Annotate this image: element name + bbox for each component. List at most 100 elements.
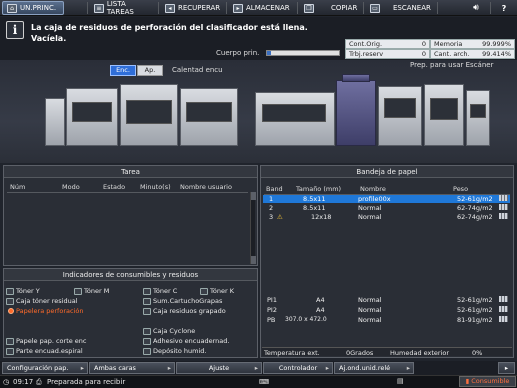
scan-icon: ▭ bbox=[370, 3, 380, 13]
toner-m-icon bbox=[74, 287, 82, 295]
paper-tray-title: Bandeja de papel bbox=[261, 166, 513, 178]
tab-home[interactable]: ⌂ UN.PRINC. bbox=[2, 1, 64, 15]
clock-icon: ◷ bbox=[3, 378, 10, 386]
tray-size: A4 bbox=[316, 306, 325, 314]
environment-readout: Temperatura ext. 0Grados Humedad exterio… bbox=[262, 347, 512, 357]
next-page-button[interactable]: ▸ bbox=[498, 362, 515, 374]
tray-weight: 52-61g/m2 bbox=[457, 195, 493, 203]
alert-icon bbox=[8, 308, 14, 314]
duplex-label: Ambas caras bbox=[94, 364, 136, 372]
tray-row-pi2[interactable]: PI2 A4 Normal 52-61g/m2 bbox=[263, 306, 510, 314]
toner-k-icon bbox=[200, 287, 208, 295]
file-quantity-label: Cant. arch. bbox=[434, 50, 470, 58]
tray-size: 8.5x11 bbox=[303, 195, 326, 203]
job-panel: Tarea Núm Modo Estado Minuto(s) Nombre u… bbox=[3, 165, 258, 266]
paper-level-icon bbox=[499, 296, 508, 302]
trim-waste-indicator: Papele pap. corte enc bbox=[6, 337, 87, 345]
staple-cartridge-icon bbox=[143, 297, 151, 305]
tray-paper-name: Normal bbox=[358, 204, 382, 212]
toner-k-indicator: Tóner K bbox=[200, 287, 234, 295]
on-button[interactable]: Enc. bbox=[110, 65, 136, 76]
waste-toner-label: Caja tóner residual bbox=[16, 297, 78, 305]
coil-icon bbox=[6, 347, 14, 355]
tab-home-label: UN.PRINC. bbox=[20, 4, 57, 12]
job-col-num: Núm bbox=[10, 183, 26, 191]
tray-col-size: Tamaño (mm) bbox=[296, 185, 342, 193]
tray-weight: 62-74g/m2 bbox=[457, 213, 493, 221]
toner-m-label: Tóner M bbox=[84, 287, 110, 295]
job-col-user: Nombre usuario bbox=[180, 183, 232, 191]
reserved-jobs-label: Trbj.reserv bbox=[349, 50, 384, 58]
warmup-status: Calentad encu bbox=[172, 66, 223, 74]
toner-c-label: Tóner C bbox=[153, 287, 178, 295]
tray-band: 1 bbox=[269, 195, 274, 203]
arrow-right-icon: ▸ bbox=[254, 364, 258, 372]
cyclone-label: Caja Cyclone bbox=[153, 327, 196, 335]
job-scrollbar[interactable] bbox=[250, 192, 256, 264]
main-body-progress bbox=[266, 50, 340, 56]
home-icon: ⌂ bbox=[7, 3, 17, 13]
arrow-right-icon: ▸ bbox=[325, 364, 329, 372]
reserved-jobs-value: 0 bbox=[421, 50, 426, 58]
tray-band: PI2 bbox=[267, 306, 277, 314]
tray-row-2[interactable]: 2 8.5x11 Normal 62-74g/m2 bbox=[263, 204, 510, 212]
tray-row-1[interactable]: 1 8.5x11 profile00x 52-61g/m2 bbox=[263, 195, 510, 203]
arrow-right-icon: ▸ bbox=[167, 364, 171, 372]
waste-toner-indicator: Caja tóner residual bbox=[6, 297, 78, 305]
original-counter-label: Cont.Orig. bbox=[349, 40, 383, 48]
tab-scan-label: ESCANEAR bbox=[393, 4, 431, 12]
relay-unit-label: Aj.ond.unid.relé bbox=[339, 364, 391, 372]
paper-settings-label: Configuración pap. bbox=[7, 364, 69, 372]
status-message: La caja de residuos de perforación del c… bbox=[31, 23, 308, 43]
adhesive-icon bbox=[143, 337, 151, 345]
adjust-tab[interactable]: Ajuste ▸ bbox=[176, 362, 262, 374]
toner-m-indicator: Tóner M bbox=[74, 287, 109, 295]
tab-job-list-label: LISTA TAREAS bbox=[106, 0, 134, 16]
tray-warning-icon: ⚠ bbox=[277, 213, 283, 221]
temperature-value: 0Grados bbox=[346, 349, 374, 357]
speaker-icon: 🔊︎ bbox=[473, 3, 479, 13]
humid-tank-indicator: Depósito humid. bbox=[143, 347, 206, 355]
tray-band: 2 bbox=[269, 204, 274, 212]
controller-tab[interactable]: Controlador ▸ bbox=[263, 362, 333, 374]
sound-button[interactable]: 🔊︎ bbox=[467, 1, 485, 15]
tray-row-3[interactable]: 3 ⚠ 12x18 Normal 62-74g/m2 bbox=[263, 213, 510, 221]
consumable-alert-button[interactable]: ▮ Consumible bbox=[459, 376, 516, 387]
tab-job-list[interactable]: ≡ LISTA TAREAS bbox=[90, 0, 158, 16]
tray-paper-name: profile00x bbox=[358, 195, 391, 203]
off-button[interactable]: Ap. bbox=[137, 65, 163, 76]
staple-waste-indicator: Caja residuos grapado bbox=[143, 307, 226, 315]
staple-cartridge-label: Sum.CartuchoGrapas bbox=[153, 297, 223, 305]
relay-unit-tab[interactable]: Aj.ond.unid.relé ▸ bbox=[334, 362, 414, 374]
file-quantity-counter: Cant. arch. 99.414% bbox=[430, 49, 515, 59]
info-icon: i bbox=[6, 21, 24, 39]
tray-weight: 62-74g/m2 bbox=[457, 204, 493, 212]
tab-copy[interactable]: ❐ COPIAR bbox=[300, 1, 362, 15]
tab-recall[interactable]: ◂ RECUPERAR bbox=[161, 1, 225, 15]
humidity-value: 0% bbox=[472, 349, 483, 357]
tray-row-pb[interactable]: PB 307.0 x 472.0 Normal 81-91g/m2 bbox=[263, 316, 510, 324]
tray-size: 8.5x11 bbox=[303, 204, 326, 212]
tab-scan[interactable]: ▭ ESCANEAR bbox=[366, 1, 436, 15]
help-button[interactable]: ? bbox=[496, 1, 512, 15]
staple-waste-icon bbox=[143, 307, 151, 315]
tray-paper-name: Normal bbox=[358, 306, 382, 314]
scanner-status: Prep. para usar Escáner bbox=[410, 61, 494, 69]
paper-settings-tab[interactable]: Configuración pap. ▸ bbox=[2, 362, 88, 374]
humid-tank-icon bbox=[143, 347, 151, 355]
clock-time: 09:17 bbox=[13, 378, 34, 386]
status-bar: ◷ 09:17 ⎙ Preparada para recibir ⌨ ▤ bbox=[0, 375, 517, 388]
duplex-tab[interactable]: Ambas caras ▸ bbox=[89, 362, 175, 374]
paper-level-icon bbox=[499, 306, 508, 312]
tray-weight: 52-61g/m2 bbox=[457, 296, 493, 304]
tab-store[interactable]: ▸ ALMACENAR bbox=[229, 1, 297, 15]
toner-y-label: Tóner Y bbox=[16, 287, 40, 295]
tray-weight: 81-91g/m2 bbox=[457, 316, 493, 324]
arrow-right-icon: ▸ bbox=[504, 364, 509, 372]
help-icon: ? bbox=[501, 3, 507, 13]
original-counter: Cont.Orig. 0 bbox=[345, 39, 430, 49]
tray-row-pi1[interactable]: PI1 A4 Normal 52-61g/m2 bbox=[263, 296, 510, 304]
tab-recall-label: RECUPERAR bbox=[178, 4, 221, 12]
store-icon: ▸ bbox=[233, 3, 243, 13]
paper-level-icon bbox=[499, 195, 508, 201]
